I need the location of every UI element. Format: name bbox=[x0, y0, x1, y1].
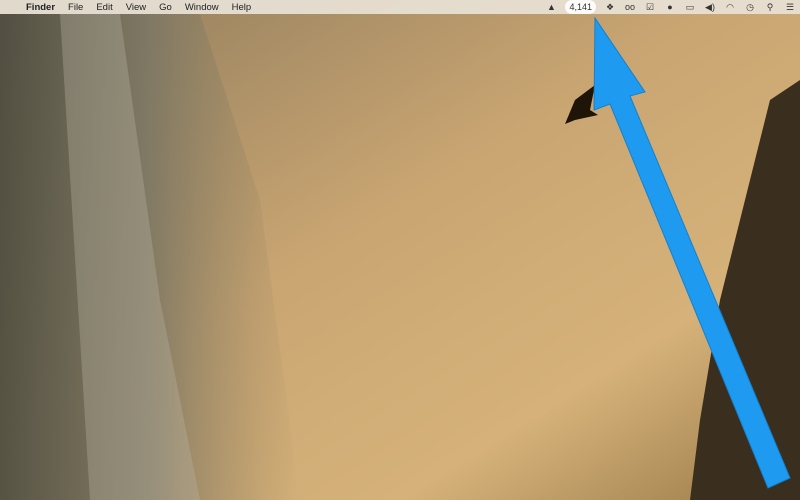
annotation-arrow bbox=[593, 16, 791, 489]
